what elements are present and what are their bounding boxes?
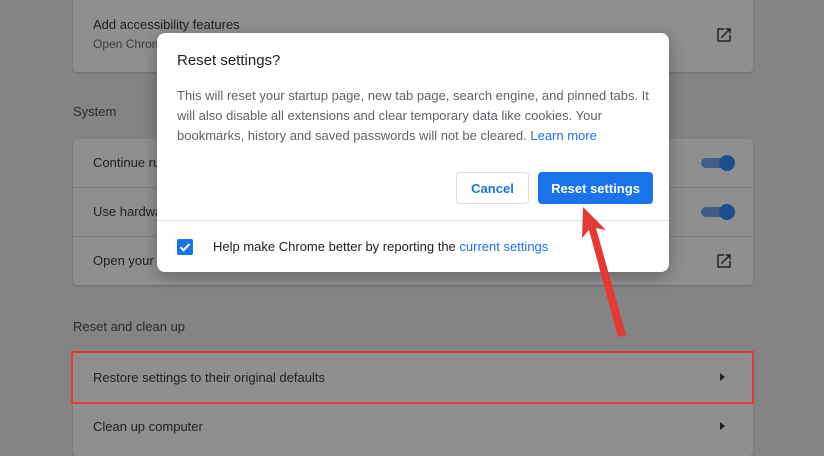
annotation-arrow [582, 207, 626, 337]
settings-page: Add accessibility features Open Chrome S… [0, 0, 824, 456]
